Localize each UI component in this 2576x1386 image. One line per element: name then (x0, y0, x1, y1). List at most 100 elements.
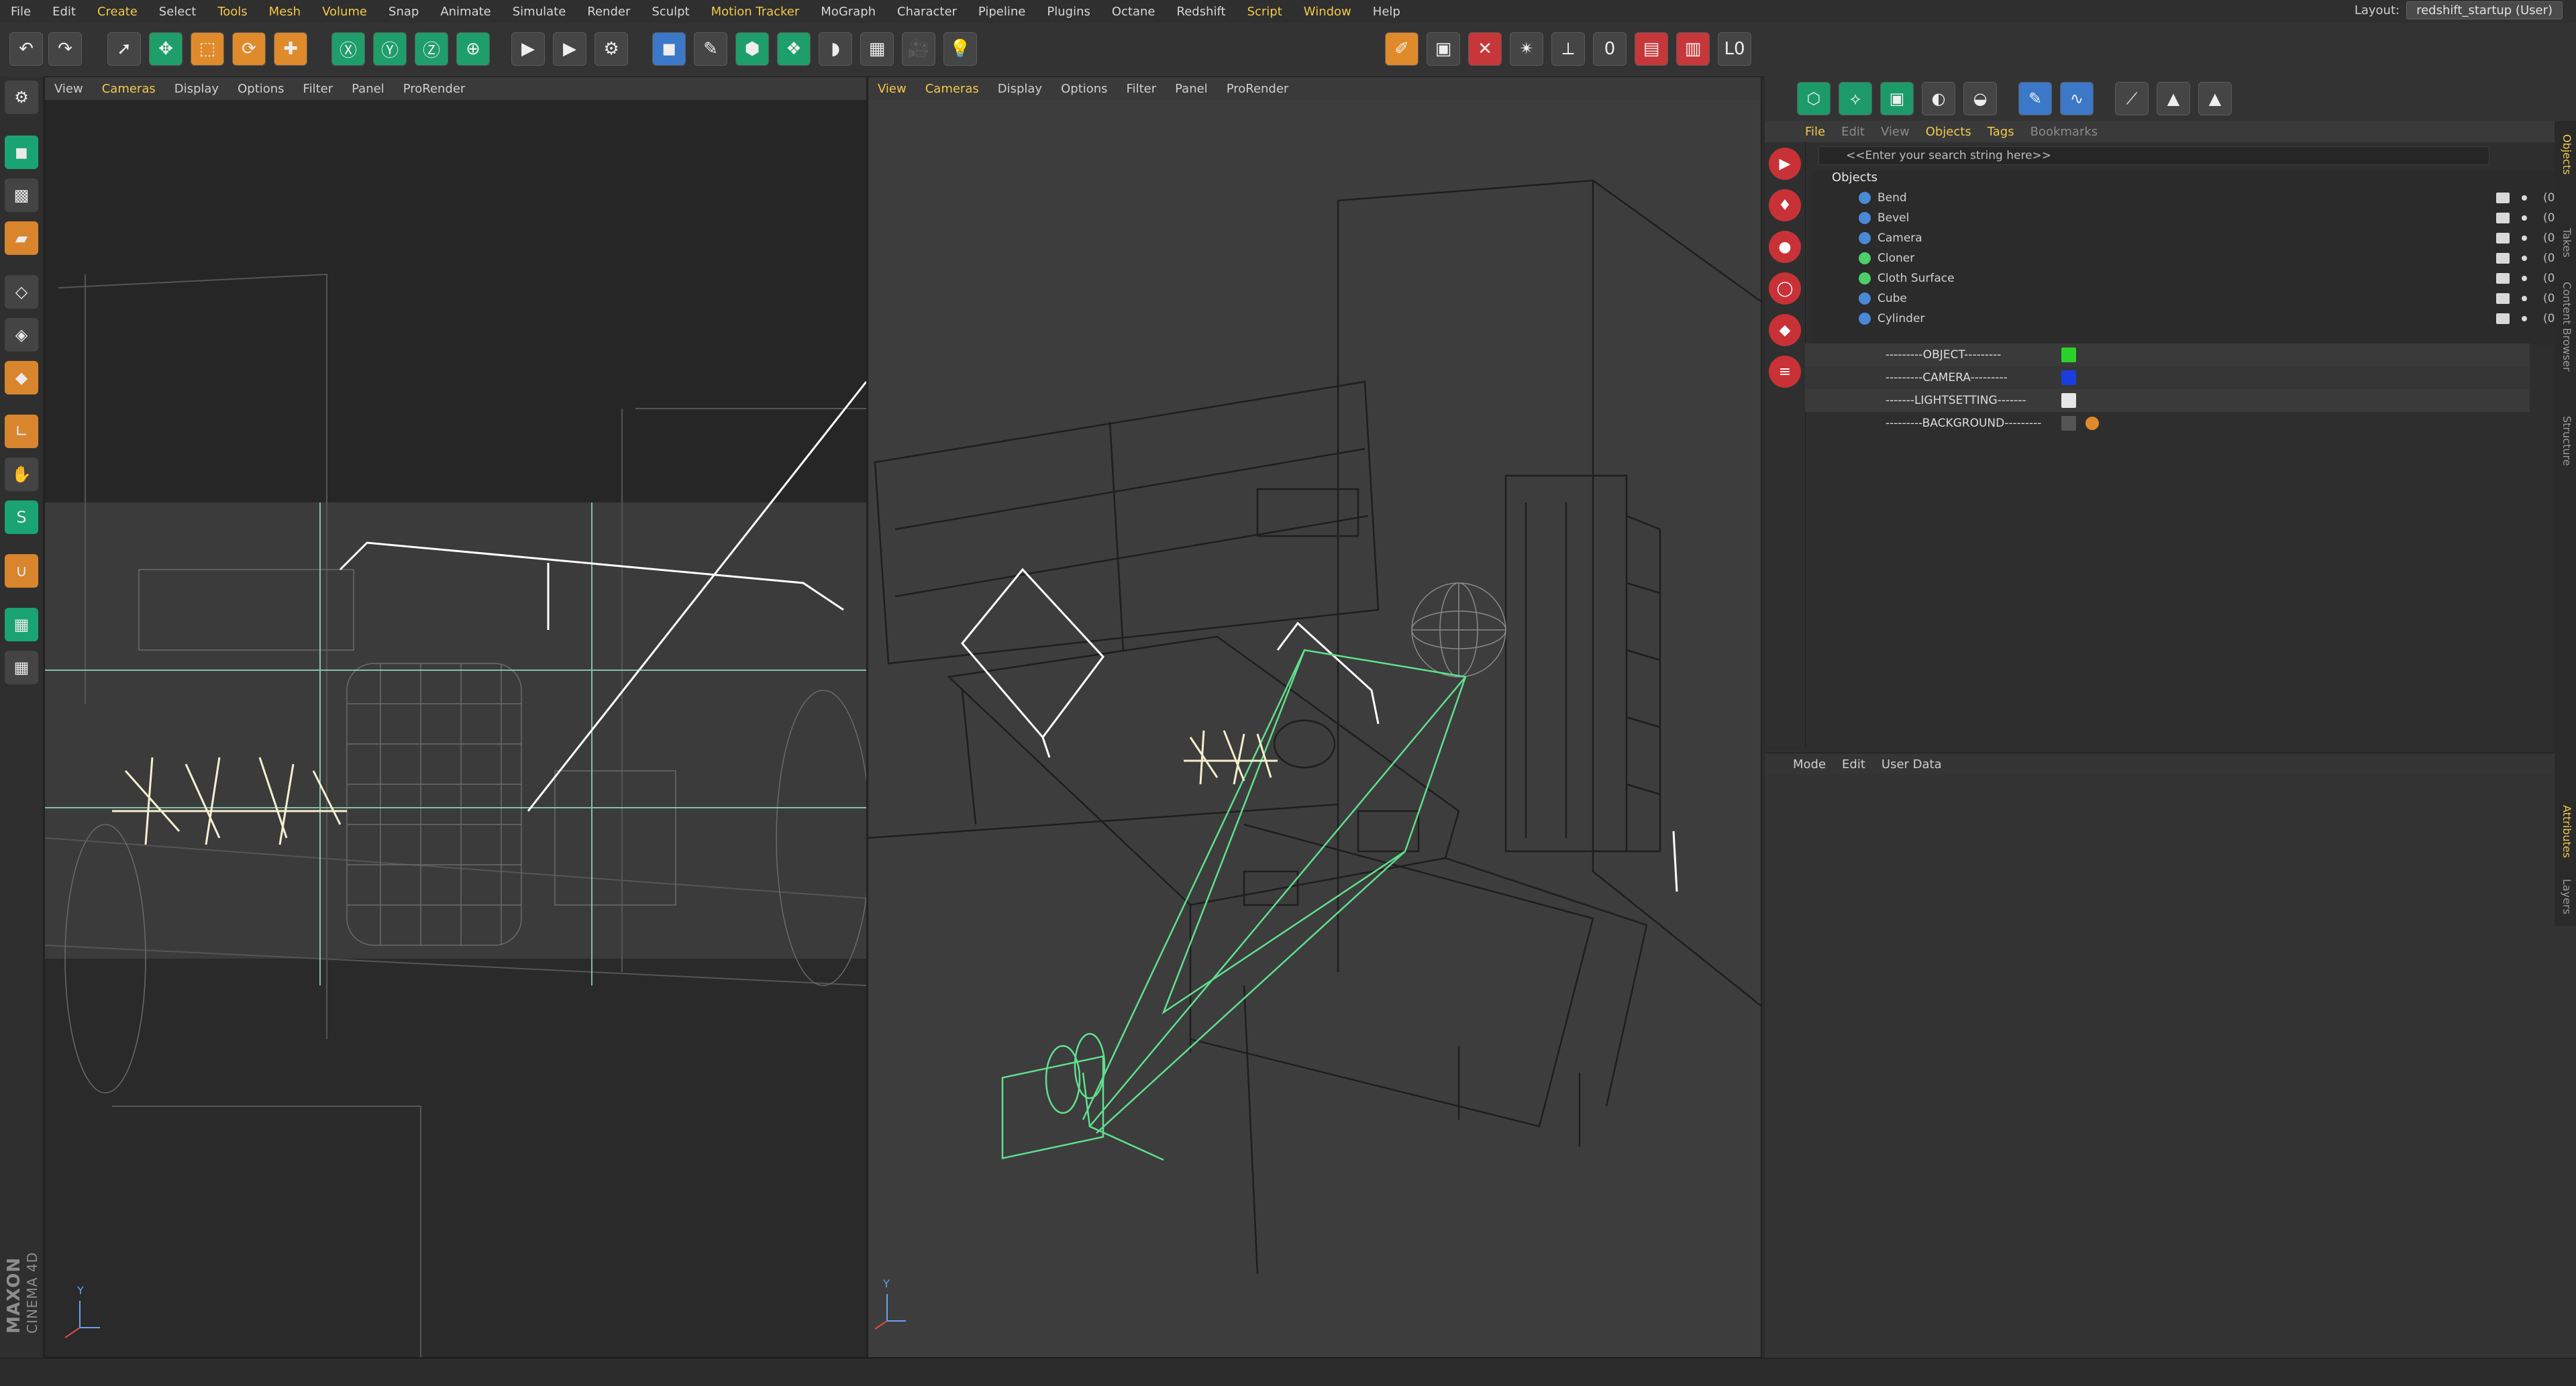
menu-script[interactable]: Script (1237, 5, 1293, 19)
smooth-icon[interactable]: ∿ (2060, 82, 2094, 115)
side-tab-objects[interactable]: Objects (2561, 134, 2573, 174)
x-axis-lock-icon[interactable]: Ⓧ (331, 32, 365, 66)
render-dot[interactable] (2522, 296, 2527, 301)
texture-mode-icon[interactable]: ▩ (5, 178, 38, 212)
light-icon[interactable]: 💡 (943, 32, 977, 66)
menu-render[interactable]: Render (576, 5, 641, 19)
bevel-icon[interactable]: ◐ (1922, 82, 1955, 115)
redo-icon[interactable]: ↷ (48, 32, 82, 66)
viewport-left-canvas[interactable]: Y (45, 100, 866, 1357)
magnet-icon[interactable]: ∪ (5, 554, 38, 588)
layer-color-swatch[interactable] (2061, 416, 2076, 431)
floor-icon[interactable]: ▦ (860, 32, 894, 66)
om-objects[interactable]: Objects (1918, 125, 1979, 139)
visibility-icon[interactable] (2496, 193, 2510, 203)
attr-mode[interactable]: Mode (1785, 757, 1834, 771)
polygons-mode-icon[interactable]: ◆ (5, 361, 38, 394)
tree-item[interactable]: Cloth Surface (0/2) (1812, 268, 2571, 288)
scale-tool-icon[interactable]: ⬚ (191, 32, 224, 66)
brush-tool-icon[interactable]: ✐ (1385, 32, 1419, 66)
menu-create[interactable]: Create (87, 5, 148, 19)
rotate-tool-icon[interactable]: ⟳ (232, 32, 266, 66)
array-icon[interactable]: ❖ (777, 32, 811, 66)
menu-character[interactable]: Character (886, 5, 968, 19)
attr-user-data[interactable]: User Data (1873, 757, 1950, 771)
render-dot[interactable] (2522, 235, 2527, 241)
render-dot[interactable] (2522, 195, 2527, 201)
menu-file[interactable]: File (0, 5, 42, 19)
redshift-dome-icon[interactable]: ◯ (1769, 272, 1801, 305)
object-search-input[interactable]: <<Enter your search string here>> (1818, 146, 2489, 165)
vp-left-cameras[interactable]: Cameras (93, 82, 165, 96)
axis-mode-icon[interactable]: ∟ (5, 415, 38, 448)
menu-motion-tracker[interactable]: Motion Tracker (701, 5, 811, 19)
snap-icon[interactable]: ✴ (1510, 32, 1543, 66)
visibility-icon[interactable] (2496, 233, 2510, 244)
keyframe-icon[interactable]: ▥ (1676, 32, 1710, 66)
viewport-right[interactable]: View Cameras Display Options Filter Pane… (868, 76, 1761, 1358)
deformer-icon[interactable]: ◗ (819, 32, 852, 66)
vp-right-filter[interactable]: Filter (1117, 82, 1166, 96)
visibility-icon[interactable] (2496, 293, 2510, 304)
layer-color-swatch[interactable] (2061, 393, 2076, 408)
edges-mode-icon[interactable]: ◈ (5, 318, 38, 352)
vp-left-filter[interactable]: Filter (294, 82, 343, 96)
redshift-camera-icon[interactable]: ● (1769, 231, 1801, 263)
layer-row[interactable]: ---------BACKGROUND--------- (1805, 412, 2530, 435)
workplane-mode-icon[interactable]: ▰ (5, 221, 38, 255)
menu-sculpt[interactable]: Sculpt (641, 5, 700, 19)
cube-object-icon[interactable]: ◼ (652, 32, 686, 66)
vp-right-view[interactable]: View (868, 82, 916, 96)
vp-right-panel[interactable]: Panel (1166, 82, 1217, 96)
pen-spline-icon[interactable]: ✎ (694, 32, 727, 66)
viewport-left[interactable]: View Cameras Display Options Filter Pane… (44, 76, 867, 1358)
polygon-pen-icon[interactable]: ⬡ (1797, 82, 1831, 115)
vp-right-prorender[interactable]: ProRender (1217, 82, 1298, 96)
vp-left-display[interactable]: Display (165, 82, 228, 96)
subdivision-icon[interactable]: ⬢ (735, 32, 769, 66)
edit-render-settings-icon[interactable]: ⚙ (595, 32, 628, 66)
tree-item[interactable]: Cylinder (0/2) (1812, 309, 2571, 329)
menu-help[interactable]: Help (1362, 5, 1411, 19)
redshift-settings-icon[interactable]: ≡ (1769, 356, 1801, 388)
picture-viewer-icon[interactable]: ▣ (1427, 32, 1460, 66)
points-mode-icon[interactable]: ◇ (5, 275, 38, 309)
menu-pipeline[interactable]: Pipeline (968, 5, 1036, 19)
menu-mesh[interactable]: Mesh (258, 5, 311, 19)
render-picture-viewer-icon[interactable]: ▶ (553, 32, 586, 66)
menu-mograph[interactable]: MoGraph (810, 5, 886, 19)
layer-row[interactable]: ---------OBJECT--------- (1805, 343, 2530, 366)
render-dot[interactable] (2522, 215, 2527, 221)
z-axis-lock-icon[interactable]: Ⓩ (415, 32, 448, 66)
coordinate-system-icon[interactable]: ⊕ (456, 32, 490, 66)
tree-item[interactable]: Cube (0/3) (1812, 288, 2571, 309)
layout-dropdown[interactable]: redshift_startup (User) (2406, 1, 2563, 19)
viewport-right-canvas[interactable]: Y (868, 100, 1761, 1357)
psr-icon[interactable]: 0 (1593, 32, 1627, 66)
camera-icon[interactable]: 🎥 (902, 32, 935, 66)
vp-left-panel[interactable]: Panel (342, 82, 394, 96)
paint-icon[interactable]: ✎ (2018, 82, 2052, 115)
loop-select-icon[interactable]: ⟡ (1839, 82, 1872, 115)
tree-item[interactable]: Camera (0/2) (1812, 228, 2571, 248)
vp-right-display[interactable]: Display (988, 82, 1051, 96)
side-tab-layers[interactable]: Layers (2561, 879, 2573, 914)
extrude-icon[interactable]: ▣ (1880, 82, 1914, 115)
menu-select[interactable]: Select (148, 5, 207, 19)
measure-icon[interactable]: ⟋ (2115, 82, 2149, 115)
vp-left-prorender[interactable]: ProRender (394, 82, 475, 96)
side-tab-attributes[interactable]: Attributes (2561, 805, 2573, 858)
side-tab-content-browser[interactable]: Content Browser (2561, 282, 2573, 372)
visibility-icon[interactable] (2496, 213, 2510, 223)
shapes-icon[interactable]: ▲ (2157, 82, 2190, 115)
undo-icon[interactable]: ↶ (9, 32, 43, 66)
om-bookmarks[interactable]: Bookmarks (2022, 125, 2106, 139)
layer-icon[interactable]: L0 (1718, 32, 1751, 66)
workplane-icon[interactable]: ✕ (1468, 32, 1502, 66)
menu-window[interactable]: Window (1293, 5, 1362, 19)
vp-right-options[interactable]: Options (1051, 82, 1117, 96)
move-tool-icon[interactable]: ✥ (149, 32, 183, 66)
symmetry-icon[interactable]: ⟂ (1551, 32, 1585, 66)
boole-icon[interactable]: ▲ (2198, 82, 2232, 115)
redshift-material-icon[interactable]: ◆ (1769, 314, 1801, 346)
